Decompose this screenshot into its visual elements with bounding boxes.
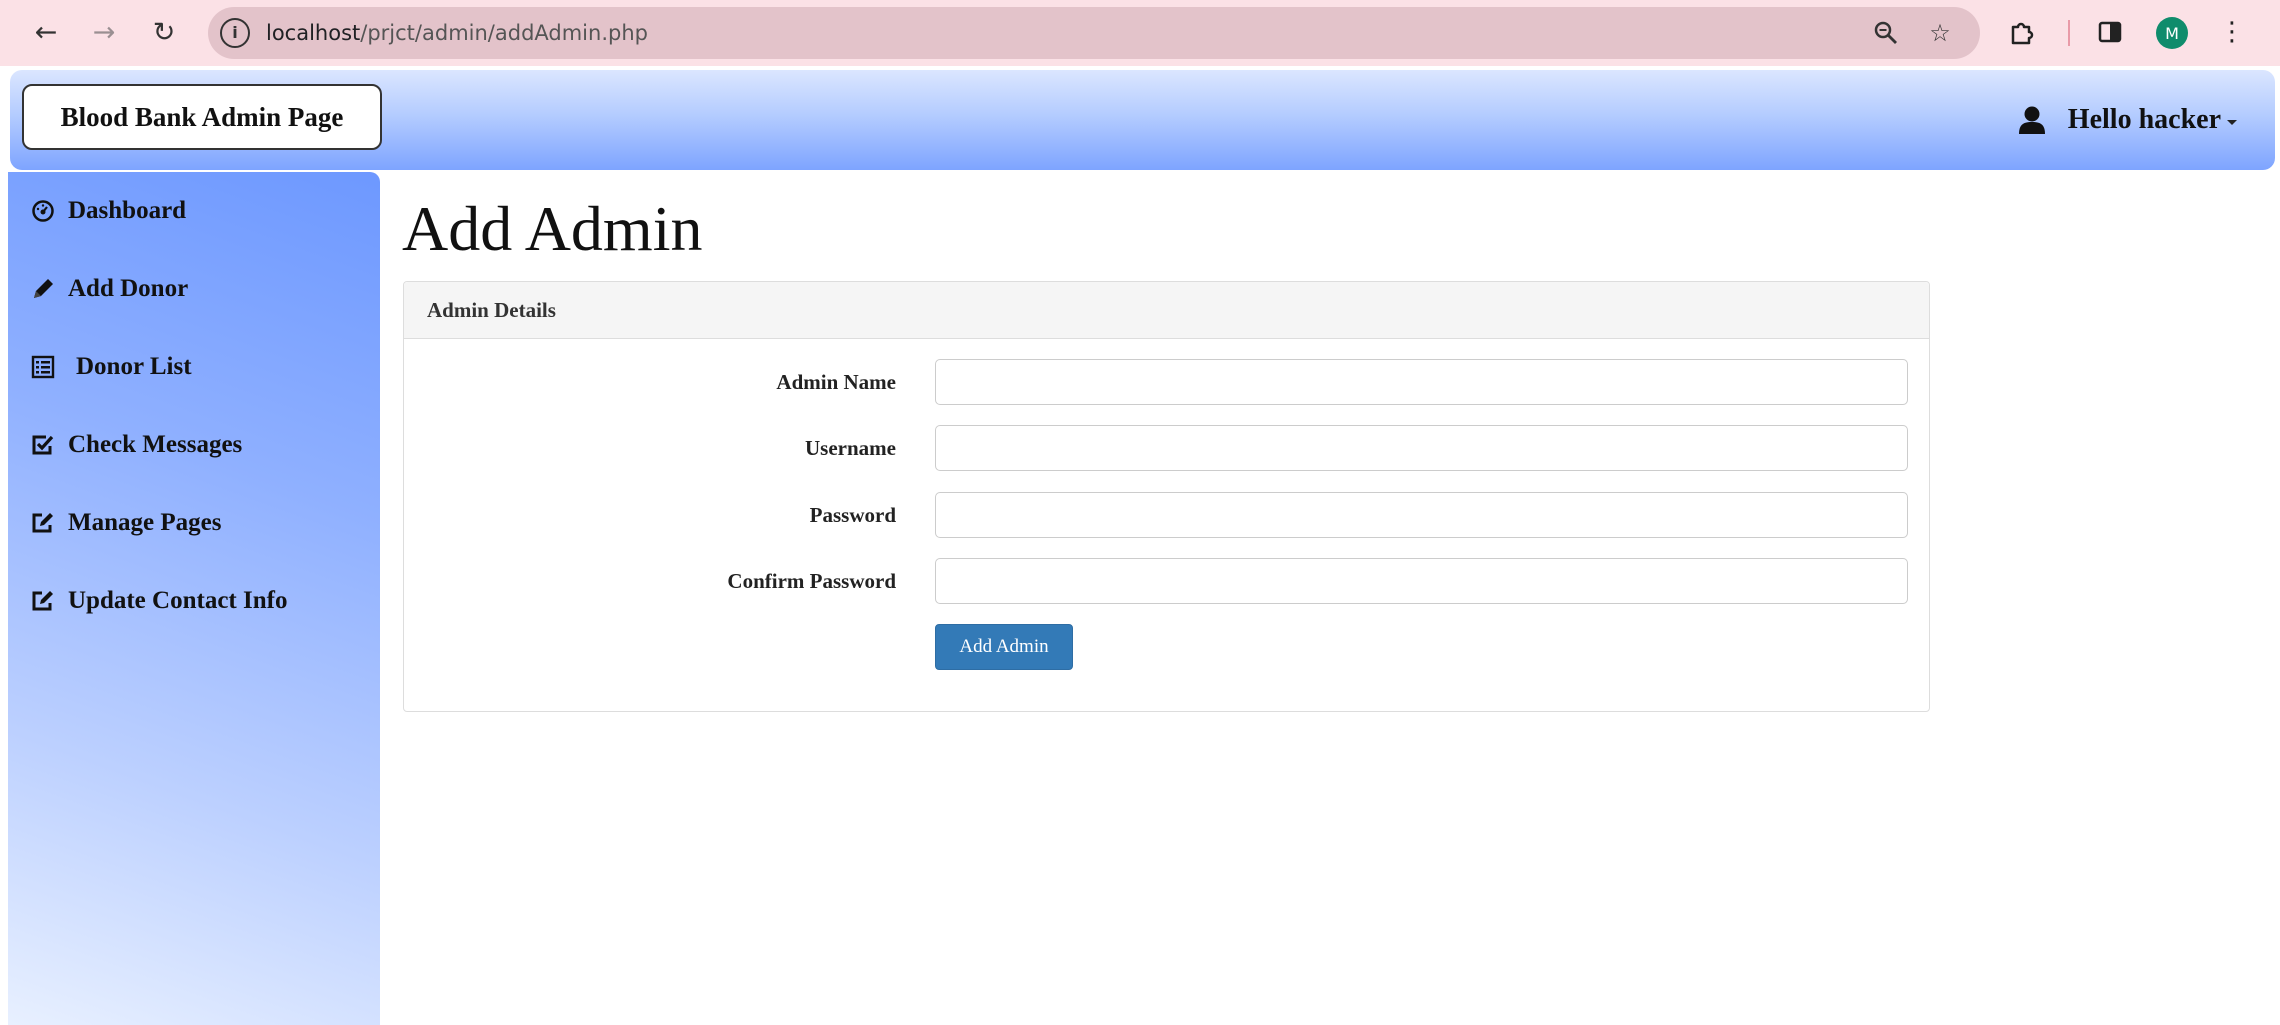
admin-name-field[interactable] — [935, 359, 1908, 405]
password-field[interactable] — [935, 492, 1908, 538]
username-label: Username — [805, 436, 896, 460]
sidebar-item-label: Check Messages — [68, 431, 243, 458]
back-arrow-icon[interactable]: ← — [28, 14, 64, 50]
brand-title[interactable]: Blood Bank Admin Page — [22, 84, 382, 150]
browser-toolbar: ← → ↻ i localhost/prjct/admin/addAdmin.p… — [0, 0, 2280, 66]
url-text[interactable]: localhost/prjct/admin/addAdmin.php — [266, 7, 648, 59]
sidebar-item-label: Manage Pages — [68, 509, 222, 536]
side-panel-icon[interactable] — [2092, 14, 2128, 50]
zoom-icon[interactable] — [1870, 17, 1902, 49]
sidebar-item-update-contact-info[interactable]: Update Contact Info — [30, 581, 287, 621]
add-admin-button[interactable]: Add Admin — [935, 624, 1073, 670]
user-dropdown[interactable]: Hello hacker — [2018, 100, 2237, 140]
sidebar: Dashboard Add Donor Donor List Check Mes… — [8, 172, 380, 1025]
reload-icon[interactable]: ↻ — [146, 14, 182, 50]
sidebar-item-manage-pages[interactable]: Manage Pages — [30, 503, 221, 543]
form-row-confirm-password: Confirm Password — [404, 558, 1931, 604]
sidebar-item-label: Update Contact Info — [68, 587, 288, 614]
site-info-icon[interactable]: i — [220, 18, 250, 48]
form-row-admin-name: Admin Name — [404, 359, 1931, 405]
user-icon — [2018, 106, 2045, 134]
confirm-password-field[interactable] — [935, 558, 1908, 604]
admin-details-panel: Admin Details Admin Name Username Passwo… — [403, 281, 1930, 712]
sidebar-item-check-messages[interactable]: Check Messages — [30, 425, 242, 465]
sidebar-item-label: Dashboard — [68, 197, 187, 224]
sidebar-item-dashboard[interactable]: Dashboard — [30, 191, 186, 231]
edit-square-icon — [30, 510, 56, 536]
forward-arrow-icon[interactable]: → — [86, 14, 122, 50]
check-square-icon — [30, 432, 56, 458]
address-bar[interactable]: i localhost/prjct/admin/addAdmin.php ☆ — [208, 7, 1980, 59]
dashboard-icon — [30, 198, 56, 224]
sidebar-item-label: Donor List — [76, 353, 192, 380]
sidebar-item-label: Add Donor — [68, 275, 189, 302]
menu-kebab-icon[interactable]: ⋮ — [2214, 14, 2250, 50]
user-greeting: Hello hacker — [2067, 104, 2221, 135]
username-field[interactable] — [935, 425, 1908, 471]
toolbar-divider — [2068, 20, 2070, 46]
sidebar-item-add-donor[interactable]: Add Donor — [30, 269, 188, 309]
password-label: Password — [809, 503, 896, 527]
sidebar-item-donor-list[interactable]: Donor List — [30, 347, 192, 387]
form-row-username: Username — [404, 425, 1931, 471]
page-title: Add Admin — [402, 193, 703, 264]
pencil-icon — [30, 276, 56, 302]
profile-avatar[interactable]: M — [2156, 17, 2188, 49]
top-navbar: Blood Bank Admin Page Hello hacker — [10, 70, 2275, 170]
extensions-icon[interactable] — [2004, 14, 2040, 50]
panel-heading: Admin Details — [404, 282, 1929, 339]
confirm-password-label: Confirm Password — [727, 569, 896, 593]
edit-square-icon — [30, 588, 56, 614]
bookmark-star-icon[interactable]: ☆ — [1924, 17, 1956, 49]
form-row-password: Password — [404, 492, 1931, 538]
caret-down-icon — [2227, 119, 2237, 125]
admin-name-label: Admin Name — [776, 370, 896, 394]
list-icon — [30, 354, 56, 380]
